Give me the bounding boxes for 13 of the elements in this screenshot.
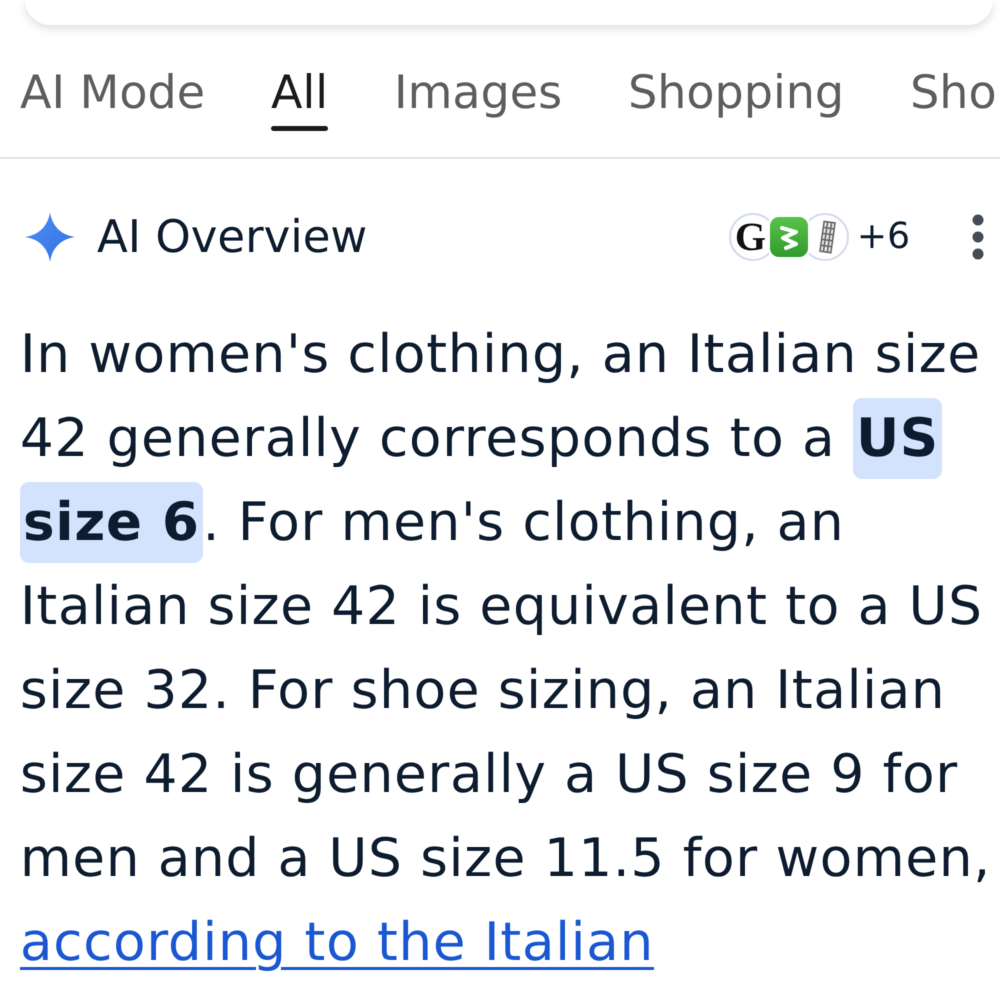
source-count[interactable]: +6 <box>856 215 910 259</box>
search-tab[interactable]: Sho <box>910 64 997 131</box>
search-tab[interactable]: AI Mode <box>20 64 205 131</box>
sparkle-icon <box>25 212 75 262</box>
source-link[interactable]: according to the Italian <box>20 912 654 973</box>
tower-icon[interactable] <box>808 213 849 261</box>
overview-paragraph: In women's clothing, an Italian size 42 generally corresponds to a US size 6. For men's clothing, an Italian size 42 is equivalent to a US size 32. For shoe sizing, an Italian size 42 is generally a US size 9 for men and a US size 11.5 for women, according to the Italian <box>20 323 992 975</box>
more-options-icon[interactable] <box>972 214 984 260</box>
overview-title: AI Overview <box>97 212 368 262</box>
search-tab[interactable]: Images <box>394 64 562 131</box>
search-tab[interactable]: Shopping <box>628 64 844 131</box>
search-field[interactable] <box>25 0 993 25</box>
search-tab[interactable]: All <box>271 64 328 131</box>
